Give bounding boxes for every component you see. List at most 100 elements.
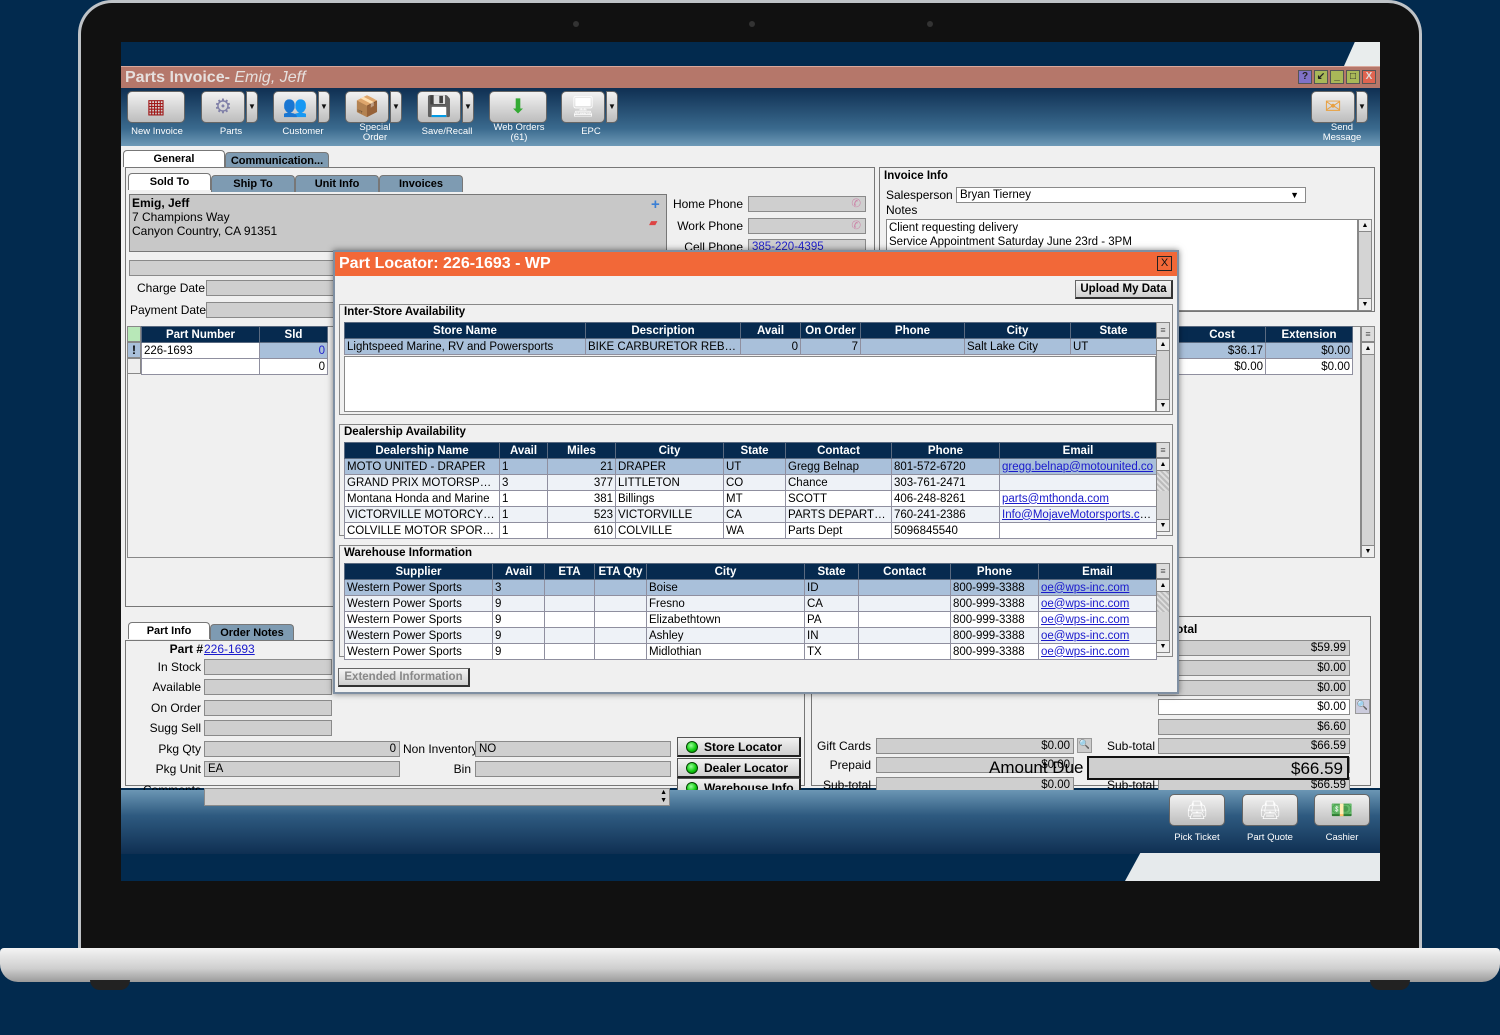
cashier-button[interactable]: 💵 Cashier [1310, 794, 1374, 843]
notes-scrollbar[interactable]: ▲ ▼ [1358, 219, 1372, 311]
email-link[interactable]: oe@wps-inc.com [1041, 598, 1129, 610]
column-header[interactable]: Phone [891, 442, 1000, 459]
tab-sold-to[interactable]: Sold To [128, 173, 211, 190]
table-row[interactable]: COLVILLE MOTOR SPORT... 1 610 COLVILLE WA Par… [344, 522, 1157, 539]
table-row[interactable]: Western Power Sports 9 Fresno CA 800-999-338… [344, 595, 1157, 612]
dial-icon[interactable]: ✆ [851, 197, 861, 211]
charge-date-field[interactable] [206, 280, 336, 296]
email-link[interactable]: oe@wps-inc.com [1041, 614, 1129, 626]
epc-button[interactable]: 🖥 ▼ EPC [561, 91, 621, 137]
chevron-down-icon[interactable]: ▼ [318, 91, 330, 123]
table-row[interactable]: 226-1693 0 [141, 342, 328, 359]
table-row[interactable]: GRAND PRIX MOTORSPOR... 3 377 LITTLETON CO Ch… [344, 474, 1157, 491]
column-header[interactable]: Contact [785, 442, 892, 459]
chevron-down-icon[interactable]: ▼ [606, 91, 618, 123]
email-cell[interactable]: oe@wps-inc.com [1038, 595, 1157, 612]
email-cell[interactable] [999, 474, 1157, 491]
subtotal-field[interactable]: $66.59 [1158, 738, 1350, 754]
email-cell[interactable]: oe@wps-inc.com [1038, 643, 1157, 660]
column-header[interactable]: Cost [1178, 326, 1266, 343]
pick-ticket-button[interactable]: 🖨 Pick Ticket [1165, 794, 1229, 843]
spin-icon[interactable]: ▲ ▼ [660, 789, 667, 805]
column-chooser-icon[interactable]: ≡ [1156, 322, 1170, 338]
store-locator-button[interactable]: Store Locator [677, 737, 801, 757]
column-header[interactable]: Avail [499, 442, 548, 459]
payment-date-field[interactable] [206, 302, 336, 318]
address-extra-field[interactable] [129, 260, 339, 276]
close-icon[interactable]: X [1157, 256, 1172, 271]
tab-order-notes[interactable]: Order Notes [210, 624, 294, 641]
save-recall-button[interactable]: 💾 ▼ Save/Recall [417, 91, 477, 137]
eraser-icon[interactable]: ▰ [649, 216, 657, 229]
web-orders-button[interactable]: ⬇ Web Orders (61) [489, 91, 549, 143]
total-value-field[interactable]: $59.99 [1158, 640, 1350, 656]
total-value-field[interactable]: $0.00 [1158, 660, 1350, 676]
minimize-icon[interactable]: _ [1330, 70, 1344, 84]
email-cell[interactable]: oe@wps-inc.com [1038, 627, 1157, 644]
column-header[interactable]: Supplier [344, 563, 493, 580]
column-header[interactable]: Phone [950, 563, 1039, 580]
non-inventory-field[interactable]: NO [475, 741, 671, 757]
table-row[interactable]: $36.17 $0.00 [1178, 342, 1353, 359]
table-row[interactable]: Western Power Sports 3 Boise ID 800-999-3388… [344, 579, 1157, 596]
cost-cell[interactable]: $0.00 [1178, 358, 1266, 375]
help-icon[interactable]: ? [1298, 70, 1312, 84]
column-chooser-icon[interactable]: ≡ [1156, 563, 1170, 579]
tab-general[interactable]: General [123, 150, 225, 167]
column-header[interactable]: ETA Qty [594, 563, 647, 580]
salesperson-select[interactable]: Bryan Tierney ▼ [956, 187, 1306, 203]
tab-ship-to[interactable]: Ship To [211, 175, 295, 192]
work-phone-field[interactable]: ✆ [748, 218, 866, 234]
chevron-down-icon[interactable]: ▼ [390, 91, 402, 123]
column-header[interactable]: Email [999, 442, 1157, 459]
in-stock-field[interactable] [204, 659, 332, 675]
home-phone-field[interactable]: ✆ [748, 196, 866, 212]
email-link[interactable]: parts@mthonda.com [1002, 493, 1109, 505]
table-row[interactable]: Western Power Sports 9 Ashley IN 800-999-338… [344, 627, 1157, 644]
chevron-down-icon[interactable]: ▼ [246, 91, 258, 123]
email-link[interactable]: gregg.belnap@motounited.co [1002, 461, 1153, 473]
tab-unit-info[interactable]: Unit Info [295, 175, 379, 192]
comments-field[interactable]: ▲ ▼ [204, 788, 670, 806]
bin-field[interactable] [475, 761, 671, 777]
chevron-down-icon[interactable]: ▼ [1356, 91, 1368, 123]
column-header[interactable]: State [1070, 322, 1157, 339]
sold-to-address[interactable]: Emig, Jeff 7 Champions Way Canyon Countr… [129, 194, 667, 252]
column-header[interactable]: On Order [800, 322, 861, 339]
email-link[interactable]: oe@wps-inc.com [1041, 582, 1129, 594]
column-header[interactable]: State [804, 563, 859, 580]
email-cell[interactable]: oe@wps-inc.com [1038, 611, 1157, 628]
special-order-button[interactable]: 📦 ▼ Special Order [345, 91, 405, 143]
add-icon[interactable]: + [651, 196, 660, 213]
tab-invoices[interactable]: Invoices [379, 175, 463, 192]
table-row[interactable]: Western Power Sports 9 Elizabethtown PA 800-… [344, 611, 1157, 628]
upload-my-data-button[interactable]: Upload My Data [1075, 280, 1173, 299]
part-number-cell[interactable] [141, 358, 260, 375]
customer-button[interactable]: 👥 ▼ Customer [273, 91, 333, 137]
column-header[interactable]: State [723, 442, 786, 459]
column-header[interactable]: Sld [259, 326, 328, 343]
pkg-qty-field[interactable]: 0 [204, 741, 400, 757]
column-header[interactable]: Avail [492, 563, 545, 580]
total-value-field[interactable]: $0.00 [1158, 680, 1350, 696]
column-header[interactable]: Contact [858, 563, 951, 580]
email-cell[interactable] [999, 522, 1157, 539]
column-header[interactable]: Description [585, 322, 741, 339]
new-invoice-button[interactable]: ▦ New Invoice [127, 91, 187, 137]
dealership-scrollbar[interactable]: ▲ ▼ [1156, 458, 1170, 532]
column-header[interactable]: City [646, 563, 805, 580]
extension-cell[interactable]: $0.00 [1265, 358, 1353, 375]
sold-cell[interactable]: 0 [259, 342, 328, 359]
column-header[interactable]: Phone [860, 322, 965, 339]
column-chooser-icon[interactable]: ≡ [1361, 326, 1375, 342]
column-header[interactable]: Part Number [141, 326, 260, 343]
inter-store-scrollbar[interactable]: ▲ ▼ [1156, 338, 1170, 412]
tab-part-info[interactable]: Part Info [128, 622, 210, 639]
column-header[interactable]: Avail [740, 322, 801, 339]
column-header[interactable]: Email [1038, 563, 1157, 580]
table-row[interactable]: Western Power Sports 9 Midlothian TX 800-999… [344, 643, 1157, 660]
column-header[interactable]: City [964, 322, 1071, 339]
email-link[interactable]: oe@wps-inc.com [1041, 630, 1129, 642]
cost-cell[interactable]: $36.17 [1178, 342, 1266, 359]
column-header[interactable]: Extension [1265, 326, 1353, 343]
